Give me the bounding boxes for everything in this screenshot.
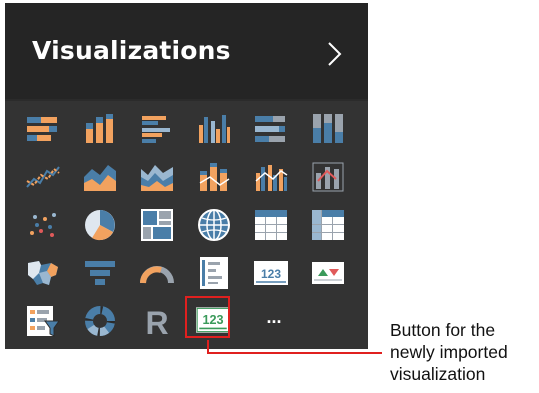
- stacked-column-chart-icon: [86, 114, 113, 143]
- pie-chart-button[interactable]: [82, 207, 118, 243]
- line-and-stacked-column-chart-icon: [199, 163, 230, 191]
- clustered-bar-chart-button[interactable]: [139, 111, 175, 147]
- card-icon: 123: [254, 261, 288, 285]
- pie-chart-icon: [85, 210, 115, 241]
- gauge-button[interactable]: [139, 255, 175, 291]
- area-chart-button[interactable]: [82, 159, 118, 195]
- clustered-column-chart-button[interactable]: [196, 111, 232, 147]
- clustered-bar-chart-icon: [142, 116, 170, 143]
- funnel-icon: [85, 261, 115, 285]
- matrix-icon: [312, 210, 344, 240]
- expand-pane-button[interactable]: [323, 39, 347, 69]
- 100-stacked-column-chart-button[interactable]: [310, 111, 346, 147]
- ribbon-chart-button[interactable]: [310, 159, 346, 195]
- callout-line-horizontal: [207, 352, 382, 354]
- map-button[interactable]: [196, 207, 232, 243]
- line-and-stacked-column-chart-button[interactable]: [196, 159, 232, 195]
- r-script-visual-button[interactable]: R: [139, 303, 175, 339]
- r-script-visual-label: R: [145, 305, 168, 339]
- kpi-icon: [312, 262, 344, 284]
- pane-header: Visualizations: [5, 3, 368, 99]
- imported-visual-highlight: [185, 296, 230, 338]
- callout-annotation: Button for the newly imported visualizat…: [390, 319, 539, 385]
- treemap-icon: [141, 209, 173, 241]
- r-script-visual-icon: R: [145, 305, 168, 339]
- filled-map-button[interactable]: [25, 255, 61, 291]
- chevron-right-icon: [328, 42, 342, 66]
- 100-stacked-bar-chart-button[interactable]: [253, 111, 289, 147]
- stacked-bar-chart-button[interactable]: [25, 111, 61, 147]
- line-chart-icon: [26, 166, 60, 188]
- table-icon: [255, 210, 287, 240]
- funnel-button[interactable]: [82, 255, 118, 291]
- donut-chart-icon: [85, 306, 115, 336]
- multi-row-card-button[interactable]: [196, 255, 232, 291]
- 100-stacked-column-chart-icon: [313, 114, 343, 143]
- pane-title: Visualizations: [32, 36, 231, 65]
- scatter-chart-button[interactable]: [25, 207, 61, 243]
- more-options-button[interactable]: ...: [256, 303, 292, 339]
- stacked-bar-chart-icon: [27, 117, 57, 141]
- table-button[interactable]: [253, 207, 289, 243]
- clustered-column-chart-icon: [199, 115, 230, 143]
- more-options-icon: ...: [266, 307, 281, 327]
- more-options-label: ...: [266, 307, 281, 327]
- 100-stacked-bar-chart-icon: [255, 116, 285, 142]
- slicer-icon: [27, 306, 60, 337]
- area-chart-icon: [84, 165, 116, 191]
- stacked-column-chart-button[interactable]: [82, 111, 118, 147]
- annotation-line-1: Button for the: [390, 320, 496, 340]
- matrix-button[interactable]: [310, 207, 346, 243]
- multi-row-card-icon: [200, 257, 228, 289]
- filled-map-icon: [28, 261, 58, 285]
- annotation-line-2: newly imported: [390, 342, 508, 362]
- stacked-area-chart-button[interactable]: [139, 159, 175, 195]
- line-and-clustered-column-chart-button[interactable]: [253, 159, 289, 195]
- scatter-chart-icon: [30, 213, 56, 237]
- line-chart-button[interactable]: [25, 159, 61, 195]
- ribbon-chart-icon: [312, 162, 344, 192]
- gauge-icon: [140, 266, 174, 284]
- card-button[interactable]: 123: [253, 255, 289, 291]
- stacked-area-chart-icon: [141, 165, 173, 191]
- donut-chart-button[interactable]: [82, 303, 118, 339]
- globe-icon: [198, 209, 230, 241]
- card-icon-label: 123: [261, 267, 281, 281]
- annotation-line-3: visualization: [390, 364, 486, 384]
- slicer-button[interactable]: [25, 303, 61, 339]
- kpi-button[interactable]: [310, 255, 346, 291]
- treemap-button[interactable]: [139, 207, 175, 243]
- line-and-clustered-column-chart-icon: [255, 165, 288, 191]
